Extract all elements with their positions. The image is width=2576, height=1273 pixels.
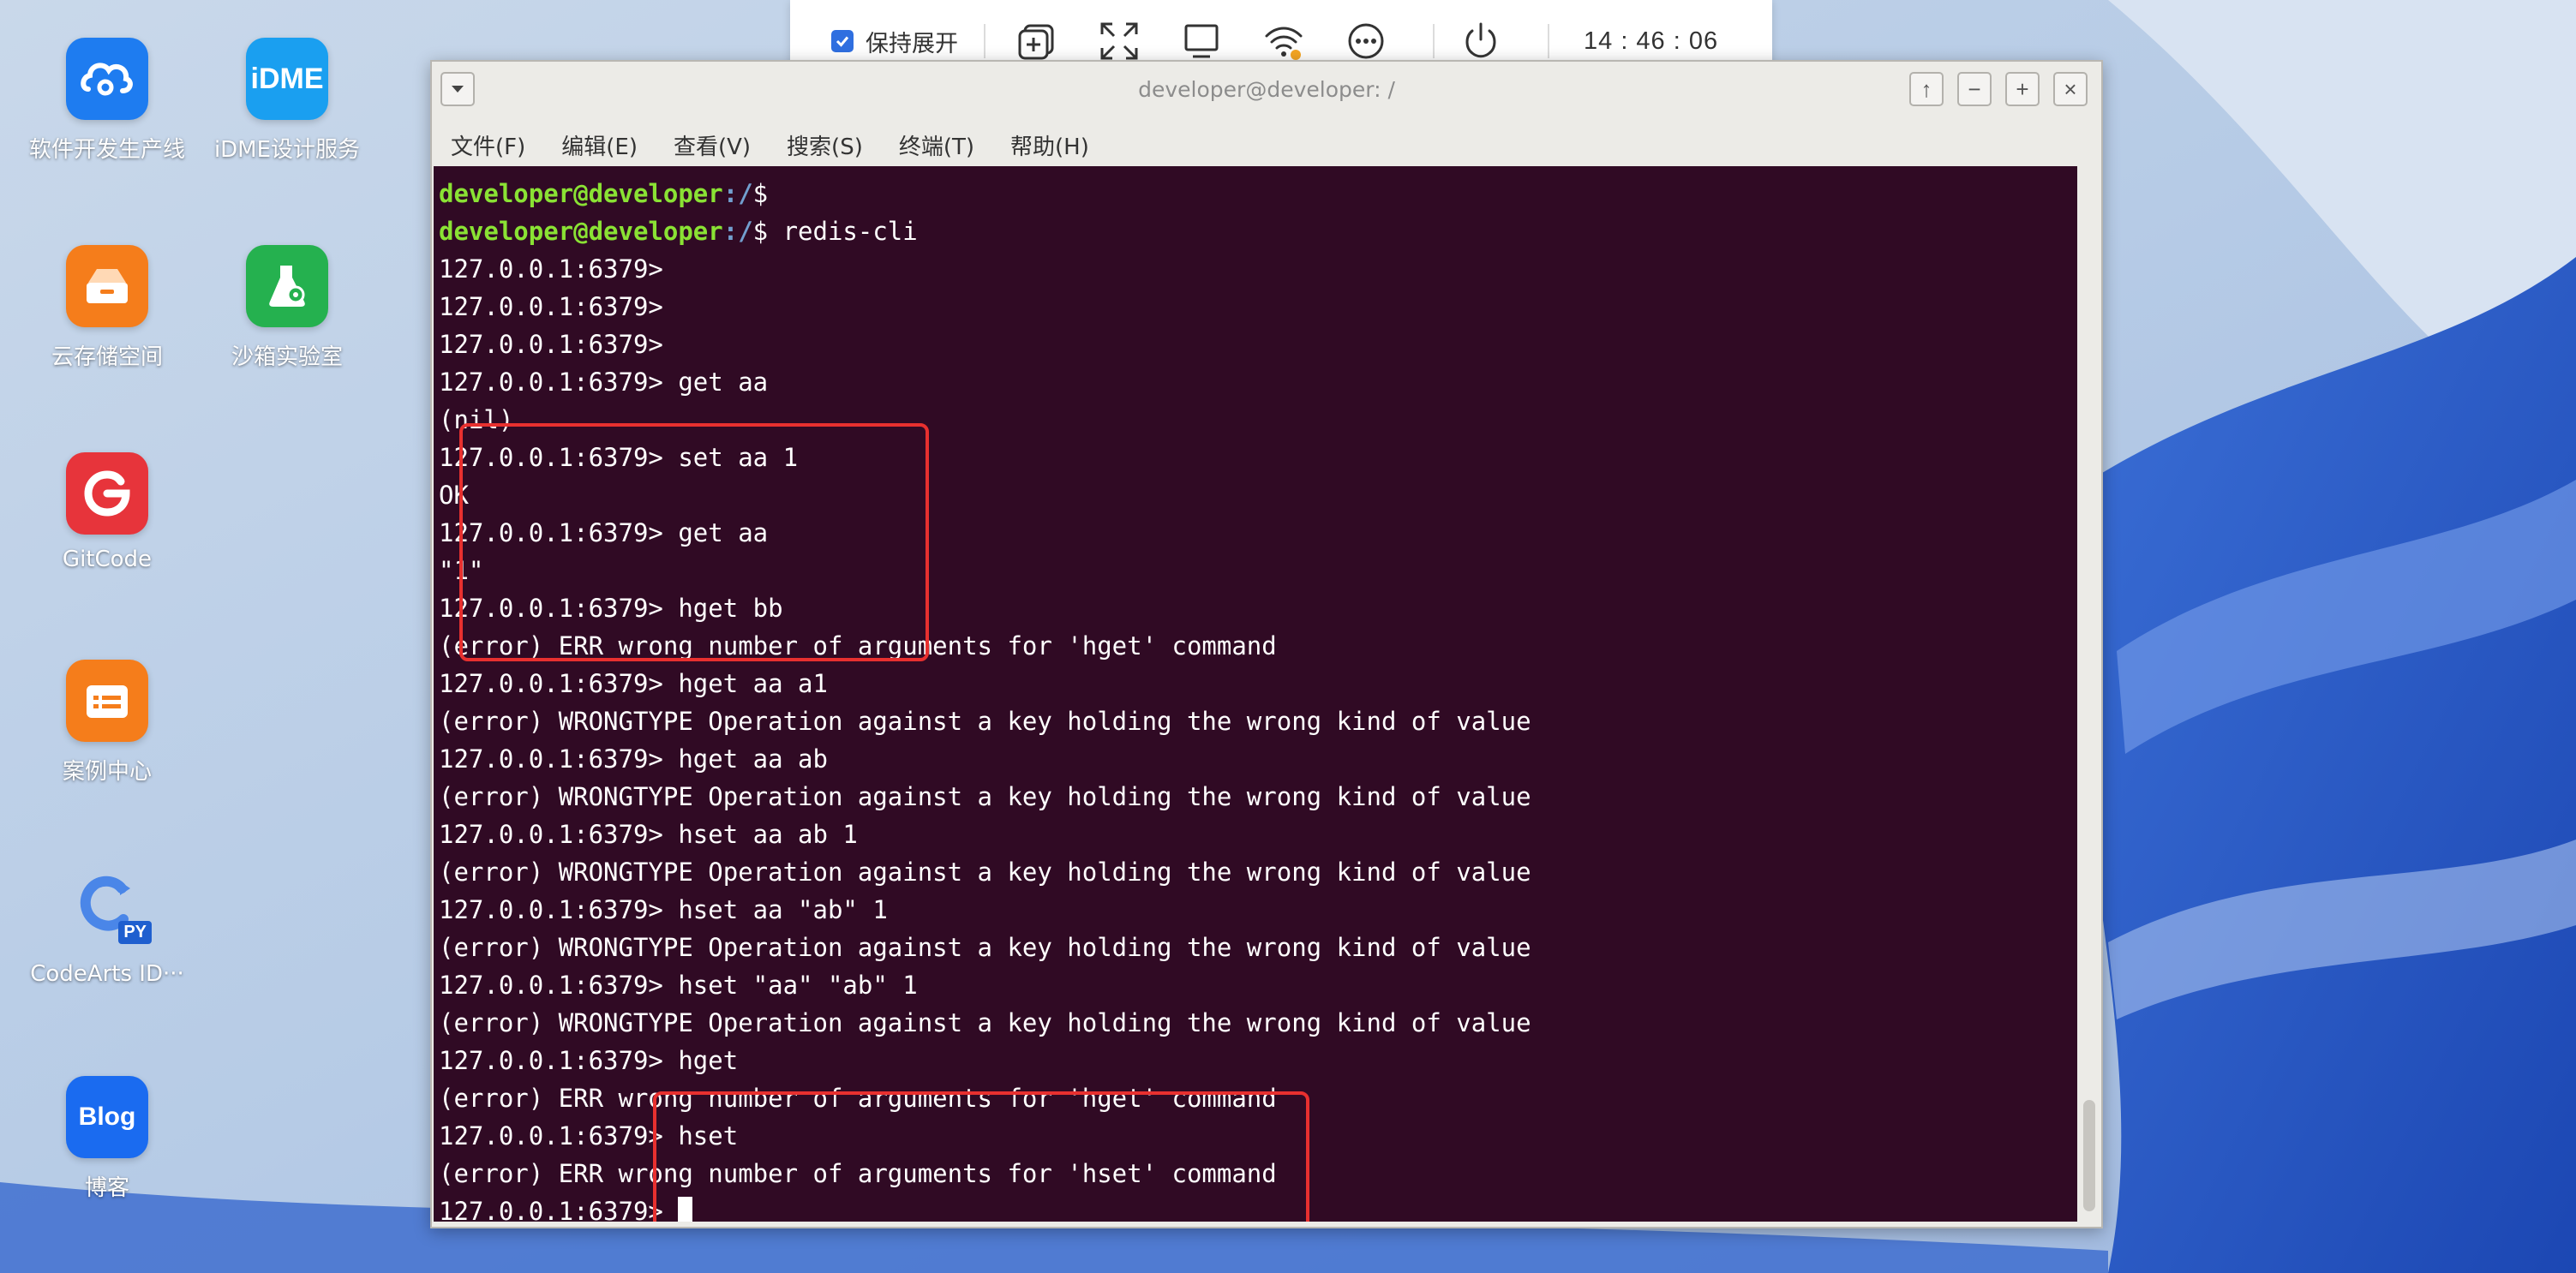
menu-file[interactable]: 文件(F) (451, 129, 525, 161)
terminal-window: developer@developer: / ↑ − + × 文件(F) 编辑(… (430, 60, 2103, 1228)
shell-command: redis-cli (768, 217, 918, 246)
desktop-icon-label: iDME设计服务 (213, 137, 361, 163)
desktop-icon-devcloud[interactable]: 软件开发生产线 (9, 38, 206, 164)
window-title: developer@developer: / (1138, 77, 1395, 102)
desktop-icon-label: 软件开发生产线 (28, 137, 185, 163)
storage-box-icon (87, 269, 128, 303)
desktop-icon-label: GitCode (62, 547, 153, 572)
prompt-user: developer@developer (439, 179, 723, 208)
desktop-icon-label: CodeArts ID··· (30, 961, 184, 987)
menu-view[interactable]: 查看(V) (674, 129, 751, 161)
more-icon (1348, 23, 1384, 59)
window-titlebar[interactable]: developer@developer: / ↑ − + × (432, 62, 2101, 118)
idme-logo-icon: iDME (250, 62, 324, 95)
raise-button[interactable]: ↑ (1909, 72, 1944, 106)
menu-search[interactable]: 搜索(S) (787, 129, 863, 161)
terminal-line: 127.0.0.1:6379> get aa (439, 368, 769, 397)
desktop-icon-label: 博客 (84, 1175, 129, 1201)
maximize-button[interactable]: + (2005, 72, 2040, 106)
blog-logo-icon: Blog (78, 1103, 136, 1131)
keep-expanded-toggle[interactable]: 保持展开 (831, 25, 958, 58)
terminal-line: (error) WRONGTYPE Operation against a ke… (439, 782, 1531, 811)
fullscreen-icon (1100, 22, 1138, 60)
highlight-box (459, 423, 929, 661)
display-icon (1184, 24, 1219, 58)
line-text: 127.0.0.1:6379> (439, 1197, 679, 1222)
terminal-line: 127.0.0.1:6379> hget aa a1 (439, 669, 828, 698)
prompt-symbol: $ (752, 179, 769, 208)
checkbox-checked-icon (831, 30, 854, 52)
close-button[interactable]: × (2053, 72, 2088, 106)
prompt-path: :/ (722, 179, 753, 208)
menu-terminal[interactable]: 终端(T) (899, 129, 974, 161)
desktop-icon-idme[interactable]: iDME iDME设计服务 (189, 38, 386, 164)
keep-expanded-label: 保持展开 (866, 30, 958, 57)
minimize-button[interactable]: − (1957, 72, 1992, 106)
terminal-line: (error) WRONGTYPE Operation against a ke… (439, 707, 1531, 736)
display-button[interactable] (1181, 21, 1222, 62)
cloud-swirl-icon (81, 63, 133, 96)
prompt-symbol: $ (752, 217, 769, 246)
terminal-lines: developer@developer:/$ developer@develope… (439, 175, 1531, 1222)
prompt-path: :/ (722, 217, 753, 246)
flask-gear-icon (269, 266, 305, 307)
desktop-icon-cloud-storage[interactable]: 云存储空间 (9, 245, 206, 371)
scrollbar-thumb[interactable] (2083, 1100, 2095, 1211)
terminal-line: 127.0.0.1:6379> (439, 292, 663, 321)
terminal-line: 127.0.0.1:6379> (439, 254, 663, 284)
terminal-output[interactable]: developer@developer:/$ developer@develope… (434, 166, 2077, 1222)
desktop-icon-label: 沙箱实验室 (231, 344, 343, 370)
terminal-line: (error) WRONGTYPE Operation against a ke… (439, 858, 1531, 887)
desktop-icon-blog[interactable]: Blog 博客 (9, 1076, 206, 1202)
case-folder-icon (87, 685, 128, 718)
terminal-line: 127.0.0.1:6379> (439, 330, 663, 359)
terminal-scrollbar[interactable] (2079, 166, 2100, 1222)
wifi-icon (1265, 27, 1303, 60)
menu-edit[interactable]: 编辑(E) (561, 129, 638, 161)
menu-bar: 文件(F) 编辑(E) 查看(V) 搜索(S) 终端(T) 帮助(H) (432, 123, 2101, 166)
py-badge: PY (118, 921, 152, 944)
terminal-line: 127.0.0.1:6379> hset "aa" "ab" 1 (439, 971, 918, 1000)
toolbar-divider (1548, 24, 1549, 58)
power-icon (1465, 22, 1496, 58)
desktop-icon-label: 云存储空间 (51, 344, 163, 370)
terminal-line: (error) WRONGTYPE Operation against a ke… (439, 933, 1531, 962)
session-clock: 14 : 46 : 06 (1584, 27, 1719, 55)
toolbar-divider (984, 24, 985, 58)
add-window-button[interactable] (1016, 21, 1057, 62)
add-window-icon (1018, 24, 1054, 60)
desktop-icon-codearts-ide[interactable]: PY CodeArts ID··· (9, 867, 206, 987)
terminal-line: 127.0.0.1:6379> hget (439, 1046, 739, 1075)
desktop-icon-sandbox-lab[interactable]: 沙箱实验室 (189, 245, 386, 371)
desktop-icon-case-center[interactable]: 案例中心 (9, 660, 206, 786)
network-button[interactable] (1263, 21, 1304, 62)
shell-prompt-line: developer@developer:/$ (439, 175, 1531, 212)
terminal-line: 127.0.0.1:6379> hset aa "ab" 1 (439, 895, 888, 924)
terminal-line: 127.0.0.1:6379> hget aa ab (439, 744, 828, 774)
gitcode-logo-icon (84, 470, 130, 517)
more-button[interactable] (1345, 21, 1387, 62)
fullscreen-button[interactable] (1099, 21, 1140, 62)
power-button[interactable] (1460, 21, 1501, 62)
terminal-line: (error) WRONGTYPE Operation against a ke… (439, 1008, 1531, 1037)
desktop-icon-label: 案例中心 (62, 759, 152, 785)
highlight-box (653, 1091, 1309, 1222)
toolbar-divider (1433, 24, 1435, 58)
menu-help[interactable]: 帮助(H) (1010, 129, 1089, 161)
prompt-user: developer@developer (439, 217, 723, 246)
terminal-line: 127.0.0.1:6379> hset aa ab 1 (439, 820, 858, 849)
desktop-icon-gitcode[interactable]: GitCode (9, 452, 206, 572)
shell-prompt-line: developer@developer:/$ redis-cli (439, 212, 1531, 250)
